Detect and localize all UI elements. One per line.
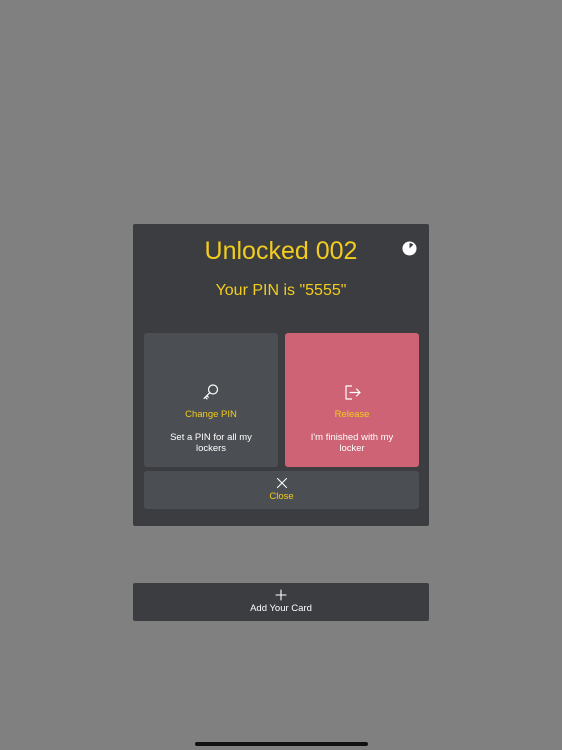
pin-text: Your PIN is "5555" (215, 282, 347, 299)
release-description: I'm finished with my locker (310, 432, 394, 454)
release-button[interactable]: Release I'm finished with my locker (285, 333, 419, 467)
timer-icon (402, 241, 417, 256)
add-card-button[interactable]: Add Your Card (133, 583, 429, 621)
key-icon (203, 384, 219, 400)
change-pin-title: Change PIN (185, 409, 237, 420)
change-pin-description: Set a PIN for all my lockers (170, 432, 252, 454)
home-indicator[interactable] (195, 742, 368, 746)
exit-icon (345, 385, 361, 400)
close-label: Close (269, 491, 294, 502)
change-pin-button[interactable]: Change PIN Set a PIN for all my lockers (144, 333, 278, 467)
plus-icon (275, 589, 287, 601)
close-button[interactable]: Close (144, 471, 419, 509)
locker-dialog: Unlocked 002 Your PIN is "5555" Change P… (133, 224, 429, 526)
add-card-label: Add Your Card (250, 603, 312, 614)
dialog-title: Unlocked 002 (204, 237, 358, 265)
close-icon (276, 477, 287, 489)
release-title: Release (334, 409, 370, 420)
